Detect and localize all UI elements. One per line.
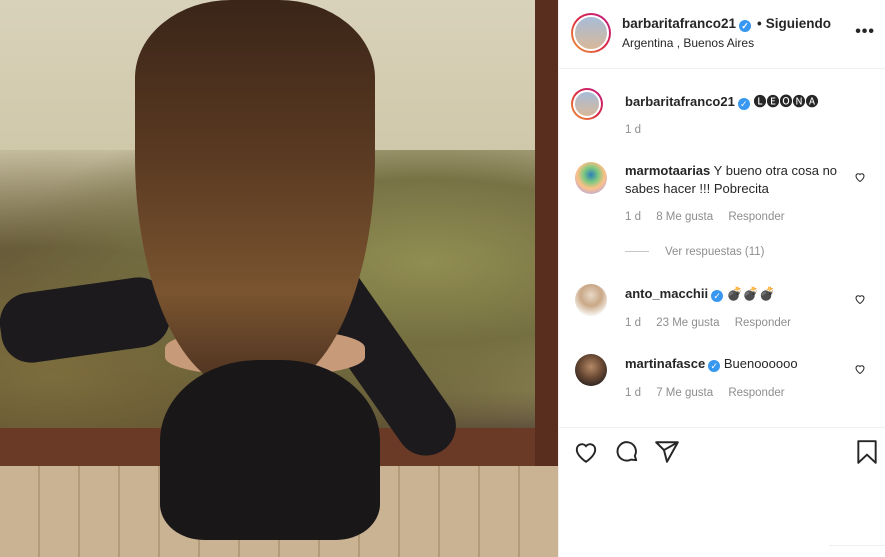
commenter-avatar[interactable] bbox=[575, 354, 607, 386]
view-replies-label[interactable]: Ver respuestas (11) bbox=[665, 246, 765, 258]
post-header: barbaritafranco21 ✓ • Siguiendo Argentina ,… bbox=[559, 0, 885, 69]
more-icon[interactable]: ••• bbox=[855, 23, 875, 41]
heart-icon[interactable] bbox=[854, 363, 866, 375]
verified-icon: ✓ bbox=[711, 290, 724, 302]
comment-username[interactable]: marmotaarias bbox=[625, 163, 710, 178]
commenter-avatar[interactable] bbox=[575, 162, 607, 194]
post-location[interactable]: Argentina , Buenos Aires bbox=[622, 36, 754, 50]
comment-likes[interactable]: 7 Me gusta bbox=[656, 387, 713, 399]
comment-body: Buenoooooo bbox=[723, 356, 798, 371]
commenter-avatar[interactable] bbox=[575, 284, 607, 316]
comment-icon[interactable] bbox=[614, 439, 640, 465]
comment-meta: 1 d 23 Me gusta Responder bbox=[625, 317, 803, 329]
separator-dot: • bbox=[757, 16, 762, 31]
heart-icon[interactable] bbox=[854, 293, 866, 305]
verified-icon: ✓ bbox=[739, 20, 752, 32]
comment-likes[interactable]: 8 Me gusta bbox=[656, 211, 713, 223]
comment-body: 💣💣💣 bbox=[726, 286, 776, 301]
comment-time[interactable]: 1 d bbox=[625, 387, 641, 399]
comment-meta: 1 d 7 Me gusta Responder bbox=[625, 387, 797, 399]
author-line: barbaritafranco21 ✓ • Siguiendo bbox=[622, 16, 831, 32]
caption-meta: 1 d bbox=[625, 124, 653, 136]
caption-time[interactable]: 1 d bbox=[625, 124, 641, 136]
comment-time[interactable]: 1 d bbox=[625, 211, 641, 223]
window-frame bbox=[535, 0, 558, 470]
comment-text: martinafasce ✓ Buenoooooo bbox=[625, 355, 845, 373]
post-image[interactable] bbox=[0, 0, 558, 557]
heart-icon[interactable] bbox=[573, 439, 599, 465]
author-avatar[interactable] bbox=[571, 13, 611, 53]
caption-text: barbaritafranco21 ✓ 🅛🅔🅞🅝🅐 bbox=[625, 93, 845, 111]
comment-username[interactable]: anto_macchii bbox=[625, 286, 708, 301]
verified-icon: ✓ bbox=[708, 360, 721, 372]
comment-meta: 1 d 8 Me gusta Responder bbox=[625, 211, 797, 223]
view-replies[interactable]: Ver respuestas (11) bbox=[625, 246, 765, 258]
comment-username[interactable]: martinafasce bbox=[625, 356, 705, 371]
verified-icon: ✓ bbox=[737, 98, 750, 110]
replies-divider bbox=[625, 251, 649, 253]
post-panel: barbaritafranco21 ✓ • Siguiendo Argentina ,… bbox=[558, 0, 885, 557]
action-bar bbox=[559, 427, 885, 475]
reply-button[interactable]: Responder bbox=[728, 387, 784, 399]
comment-likes[interactable]: 23 Me gusta bbox=[656, 317, 719, 329]
comment-text: anto_macchii ✓ 💣💣💣 bbox=[625, 285, 845, 303]
divider bbox=[829, 545, 885, 546]
figure-skirt bbox=[160, 360, 380, 540]
reply-button[interactable]: Responder bbox=[728, 211, 784, 223]
comment-text: marmotaarias Y bueno otra cosa no sabes … bbox=[625, 162, 845, 198]
share-icon[interactable] bbox=[654, 439, 680, 465]
bookmark-icon[interactable] bbox=[854, 439, 880, 465]
reply-button[interactable]: Responder bbox=[735, 317, 791, 329]
comment-time[interactable]: 1 d bbox=[625, 317, 641, 329]
heart-icon[interactable] bbox=[854, 171, 866, 183]
follow-button[interactable]: Siguiendo bbox=[766, 16, 831, 31]
caption-body: 🅛🅔🅞🅝🅐 bbox=[753, 94, 819, 109]
caption-username[interactable]: barbaritafranco21 bbox=[625, 94, 735, 109]
author-username[interactable]: barbaritafranco21 bbox=[622, 16, 736, 31]
caption-avatar[interactable] bbox=[571, 88, 603, 120]
